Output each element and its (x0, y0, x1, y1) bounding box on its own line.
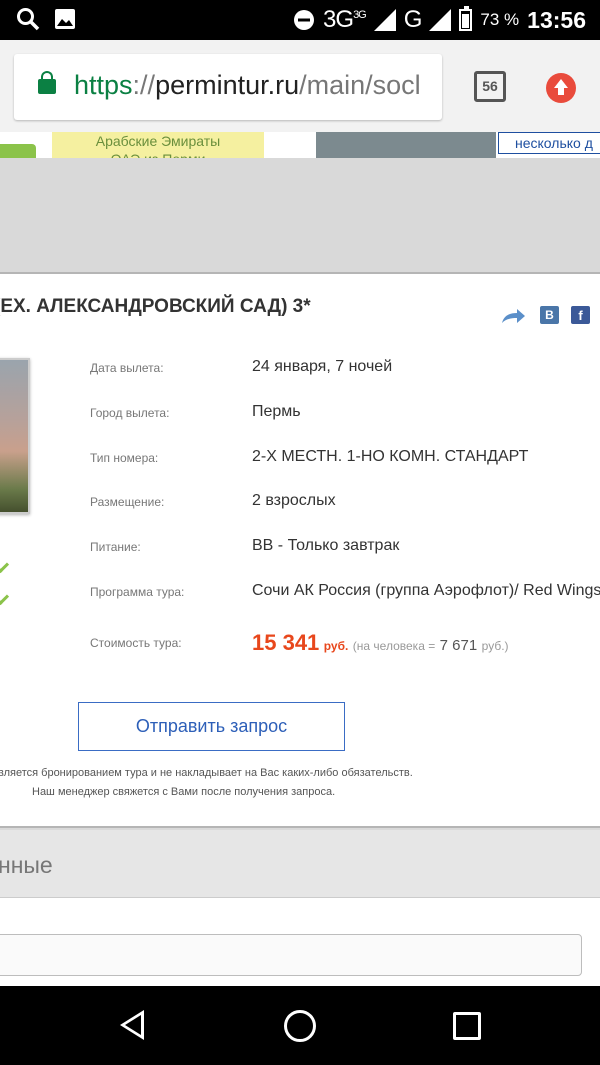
network-type: 3G3G (323, 6, 367, 33)
lock-icon (38, 71, 56, 94)
row-value: Сочи АК Россия (группа Аэрофлот)/ Red Wi… (252, 582, 600, 599)
text-input[interactable] (0, 934, 582, 976)
row-label: Тип номера: (90, 451, 159, 465)
banner-photo (316, 132, 496, 158)
disclaimer-line-1: вляется бронированием тура и не накладыв… (0, 767, 413, 779)
section-body (0, 898, 600, 986)
share-icon[interactable] (500, 308, 526, 324)
row-label: Размещение: (90, 495, 165, 509)
price-value: 15 341 руб. (на человека = 7 671 руб.) (252, 630, 509, 656)
section-heading: нные (0, 852, 53, 878)
per-person-suffix: руб.) (481, 639, 509, 653)
status-bar: 3G3G G 73 % 13:56 (0, 0, 600, 40)
section-header: нные (0, 830, 600, 898)
row-label: Питание: (90, 540, 141, 554)
url-text[interactable]: https://permintur.ru/main/socl (74, 70, 421, 101)
battery-percent: 73 % (480, 10, 520, 29)
check-icon (0, 558, 10, 574)
hotel-photo[interactable] (0, 358, 30, 514)
back-icon[interactable] (120, 1010, 144, 1040)
row-label: Программа тура: (90, 585, 185, 599)
search-icon (17, 8, 40, 31)
signal-icon (373, 9, 396, 31)
recent-apps-icon[interactable] (453, 1012, 481, 1040)
network-type-2: G (403, 6, 423, 33)
banner-notice: несколько д (498, 132, 600, 154)
price-amount: 15 341 (252, 630, 320, 655)
background-page-banner: Арабские ЭмиратыОАЭ из Перми несколько д (0, 132, 600, 158)
green-tab (0, 144, 36, 158)
tour-booking-dialog: (ЕХ. АЛЕКСАНДРОВСКИЙ САД) 3* В f Дата вы… (0, 272, 600, 828)
clock: 13:56 (527, 6, 586, 33)
disclaimer-line-2: Наш менеджер свяжется с Вами после получ… (32, 786, 336, 798)
row-value: Пермь (252, 403, 301, 420)
check-icon (0, 590, 10, 606)
banner-uae: Арабские ЭмиратыОАЭ из Перми (52, 132, 264, 158)
address-bar[interactable]: https://permintur.ru/main/socl (14, 54, 442, 120)
hotel-title: (ЕХ. АЛЕКСАНДРОВСКИЙ САД) 3* (0, 296, 311, 317)
send-request-button[interactable]: Отправить запрос (78, 702, 345, 751)
price-currency: руб. (323, 639, 349, 653)
do-not-disturb-icon (294, 10, 315, 30)
row-label: Стоимость тура: (90, 636, 182, 650)
row-label: Город вылета: (90, 406, 170, 420)
tabs-switcher-button[interactable]: 56 (474, 71, 506, 102)
home-icon[interactable] (284, 1010, 316, 1042)
row-value: BB - Только завтрак (252, 537, 400, 554)
per-person-amount: 7 671 (439, 637, 478, 654)
row-label: Дата вылета: (90, 361, 164, 375)
signal-icon-2 (429, 9, 452, 31)
update-icon[interactable] (546, 73, 576, 103)
row-value: 24 января, 7 ночей (252, 358, 393, 375)
browser-toolbar: https://permintur.ru/main/socl 56 (0, 40, 600, 132)
navigation-bar (0, 986, 600, 1065)
per-person-prefix: (на человека = (352, 639, 436, 653)
facebook-share-icon[interactable]: f (571, 306, 590, 324)
image-icon (55, 9, 75, 29)
vk-share-icon[interactable]: В (540, 306, 559, 324)
row-value: 2-Х МЕСТН. 1-НО КОМН. СТАНДАРТ (252, 448, 529, 465)
row-value: 2 взрослых (252, 492, 336, 509)
battery-icon (459, 6, 473, 31)
